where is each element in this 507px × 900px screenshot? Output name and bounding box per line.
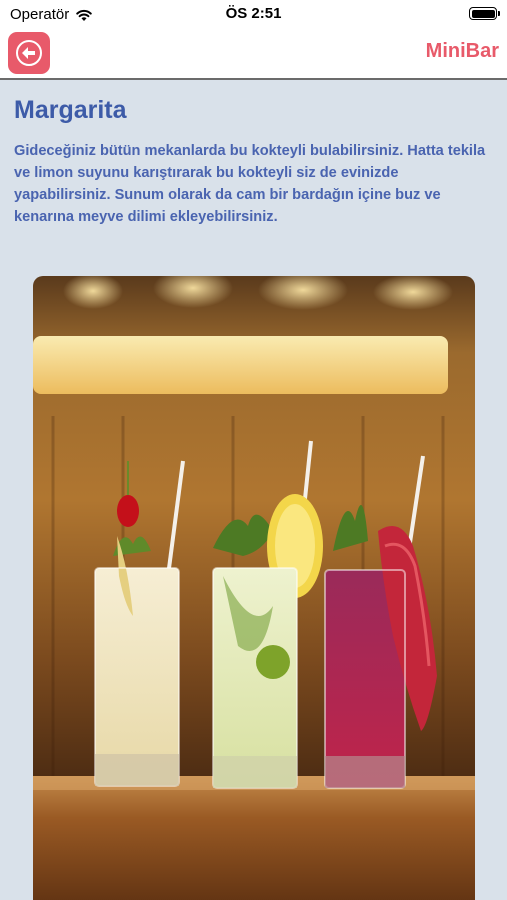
status-time: ÖS 2:51 bbox=[225, 5, 282, 22]
cocktail-description: Gideceğiniz bütün mekanlarda bu kokteyli… bbox=[14, 143, 486, 225]
battery-icon bbox=[469, 7, 500, 20]
back-button[interactable] bbox=[8, 32, 50, 74]
arrow-left-circle-icon bbox=[16, 40, 42, 66]
brand-title: MiniBar bbox=[425, 40, 499, 62]
navigation-bar: MiniBar bbox=[0, 28, 507, 80]
status-bar: Operatör ÖS 2:51 bbox=[0, 0, 507, 28]
cocktail-photo bbox=[33, 276, 475, 900]
cocktail-title: Margarita bbox=[14, 96, 127, 124]
